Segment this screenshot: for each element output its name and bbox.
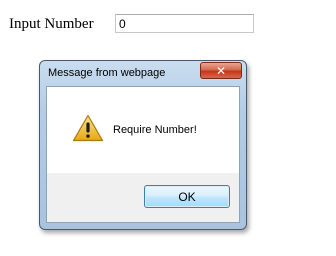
- warning-icon: [72, 114, 104, 142]
- message-area: Require Number!: [47, 87, 239, 173]
- close-button[interactable]: ✕: [200, 62, 242, 79]
- close-icon: ✕: [215, 63, 227, 78]
- ok-button[interactable]: OK: [144, 185, 230, 208]
- alert-message: Require Number!: [113, 124, 197, 136]
- number-input[interactable]: [115, 14, 254, 33]
- button-area: OK: [47, 173, 239, 222]
- dialog-titlebar[interactable]: Message from webpage ✕: [46, 61, 242, 86]
- dialog-body: Require Number! OK: [46, 86, 240, 223]
- dialog-title: Message from webpage: [48, 67, 166, 79]
- alert-dialog: Message from webpage ✕ Require Number! O…: [39, 60, 247, 230]
- input-number-label: Input Number: [9, 16, 94, 32]
